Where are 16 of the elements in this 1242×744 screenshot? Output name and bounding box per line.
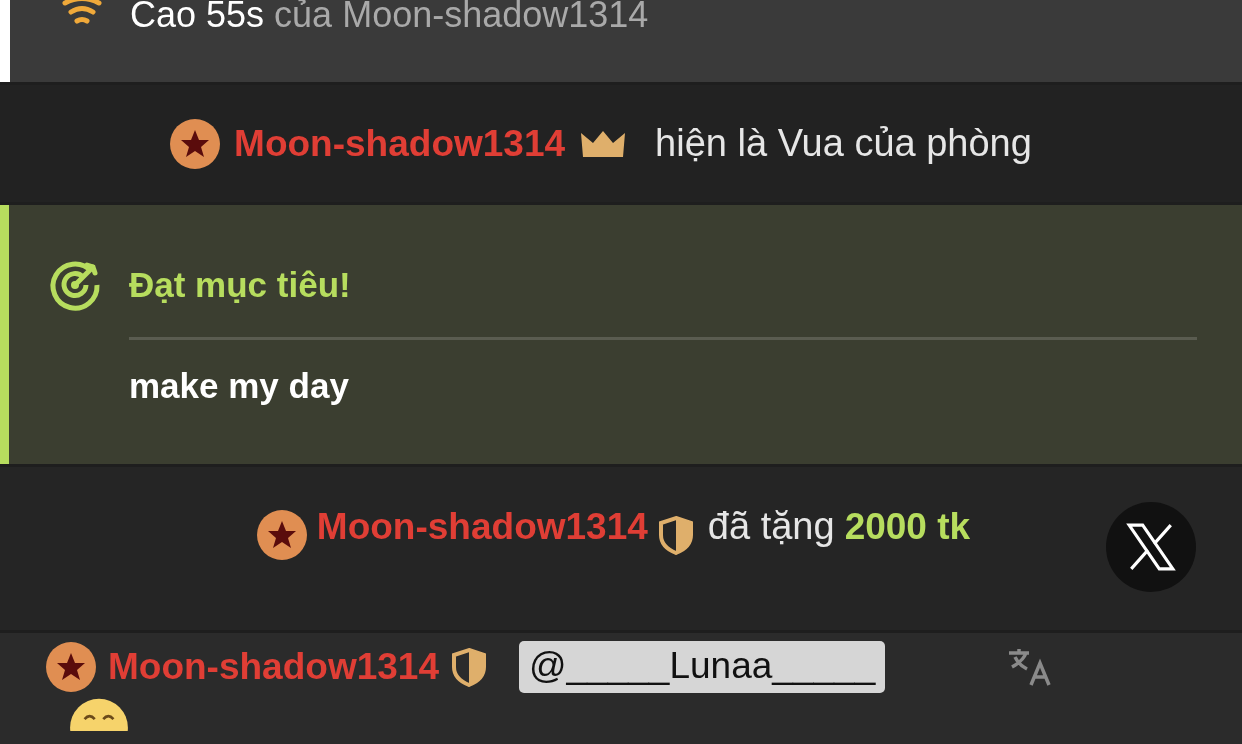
shield-icon — [657, 514, 694, 555]
goal-title: Đạt mục tiêu! — [129, 265, 351, 305]
mention-chip[interactable]: @_____Lunaa_____ — [519, 641, 886, 693]
message-text: Cao 55s của Moon-shadow1314 — [130, 0, 649, 30]
star-badge-icon — [170, 118, 221, 169]
username[interactable]: Moon-shadow1314 — [316, 506, 648, 547]
username[interactable]: Moon-shadow1314 — [234, 122, 566, 165]
notice-text: hiện là Vua của phòng — [655, 122, 1032, 165]
x-logo-icon — [1125, 521, 1177, 573]
gift-amount: 2000 tk — [844, 506, 971, 547]
goal-text: make my day — [129, 366, 349, 405]
username[interactable]: Moon-shadow1314 — [108, 646, 439, 688]
star-badge-icon — [256, 509, 307, 560]
gift-verb: đã tặng — [707, 505, 835, 547]
star-badge-icon — [46, 642, 96, 692]
shield-icon — [451, 647, 487, 687]
